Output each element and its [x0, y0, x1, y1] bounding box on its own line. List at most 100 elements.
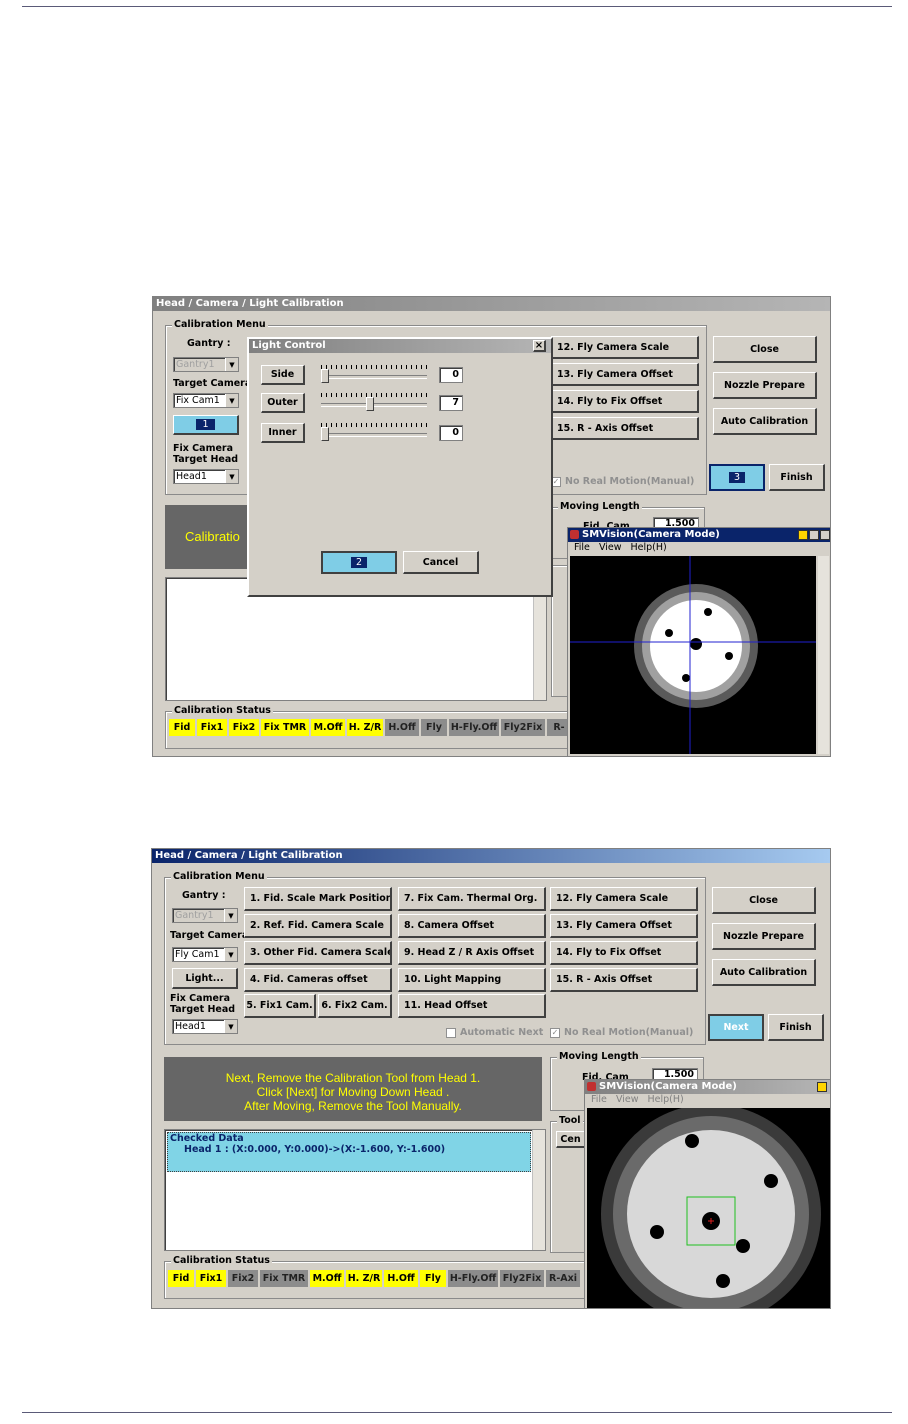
window-title-bar: Head / Camera / Light Calibration	[152, 849, 830, 863]
menu-head-z-r-axis-offset[interactable]: 9. Head Z / R Axis Offset	[398, 941, 546, 965]
inner-value[interactable]: 0	[439, 425, 463, 441]
menu-help[interactable]: Help(H)	[648, 1094, 684, 1105]
menu-other-fid-camera-scale[interactable]: 3. Other Fid. Camera Scale	[244, 941, 392, 965]
gantry-value: Gantry1	[176, 359, 215, 370]
moving-length-label: Moving Length	[558, 501, 642, 512]
outer-slider[interactable]	[366, 397, 374, 411]
status-h-fly-off: H-Fly.Off	[449, 719, 499, 736]
close-icon[interactable]	[820, 530, 830, 540]
menu-light-mapping[interactable]: 10. Light Mapping	[398, 968, 546, 992]
light-control-dialog: Light Control × Side 0 Outer 7 Inner 0 2…	[247, 337, 553, 597]
camera-scrollbar[interactable]	[818, 556, 829, 754]
gantry-value: Gantry1	[175, 910, 214, 921]
close-button[interactable]: Close	[713, 336, 817, 363]
automatic-next-label: Automatic Next	[460, 1027, 544, 1038]
menu-fly-camera-offset[interactable]: 13. Fly Camera Offset	[551, 363, 699, 386]
nozzle-prepare-button[interactable]: Nozzle Prepare	[713, 372, 817, 399]
status-h-zr: H. Z/R	[346, 1270, 382, 1287]
status-m-off: M.Off	[310, 1270, 344, 1287]
no-real-motion-checkbox[interactable]: ✓	[550, 1028, 560, 1038]
light-button[interactable]: 1	[173, 415, 239, 435]
menu-fix-cam-thermal-org[interactable]: 7. Fix Cam. Thermal Org.	[398, 887, 546, 911]
next-button[interactable]: 3	[709, 464, 765, 491]
menu-ref-fid-camera-scale[interactable]: 2. Ref. Fid. Camera Scale	[244, 914, 392, 938]
cancel-button[interactable]: Cancel	[403, 551, 479, 574]
menu-view[interactable]: View	[616, 1094, 639, 1105]
menu-fid-scale-mark-position[interactable]: 1. Fid. Scale Mark Position	[244, 887, 392, 911]
close-icon[interactable]: ×	[533, 340, 546, 352]
nozzle-prepare-button[interactable]: Nozzle Prepare	[712, 923, 816, 950]
chevron-down-icon: ▼	[224, 948, 237, 961]
menu-fly-to-fix-offset[interactable]: 14. Fly to Fix Offset	[550, 941, 698, 965]
menu-file[interactable]: File	[574, 542, 590, 553]
menu-fly-camera-scale[interactable]: 12. Fly Camera Scale	[551, 336, 699, 359]
menu-fix2-cam[interactable]: 6. Fix2 Cam.	[318, 994, 392, 1018]
close-button[interactable]: Close	[712, 887, 816, 914]
checked-data-title: Checked Data	[170, 1133, 244, 1144]
menu-help[interactable]: Help(H)	[631, 542, 667, 553]
status-fix-tmr: Fix TMR	[261, 719, 309, 736]
status-fix2: Fix2	[228, 1270, 258, 1287]
inner-slider-track	[321, 433, 427, 437]
message-panel: Calibratio	[165, 505, 247, 569]
automatic-next-checkbox[interactable]	[446, 1028, 456, 1038]
auto-calibration-button[interactable]: Auto Calibration	[713, 408, 817, 435]
menu-fix1-cam[interactable]: 5. Fix1 Cam.	[244, 994, 316, 1018]
gantry-select[interactable]: Gantry1 ▼	[173, 357, 239, 372]
vertical-scrollbar[interactable]	[532, 1130, 545, 1250]
status-r-axis: R-Axi	[546, 1270, 580, 1287]
target-camera-value: Fix Cam1	[176, 395, 220, 406]
menu-fly-camera-scale[interactable]: 12. Fly Camera Scale	[550, 887, 698, 911]
next-button[interactable]: Next	[708, 1014, 764, 1041]
outer-value[interactable]: 7	[439, 395, 463, 411]
menu-r-axis-offset[interactable]: 15. R - Axis Offset	[550, 968, 698, 992]
menu-fly-to-fix-offset[interactable]: 14. Fly to Fix Offset	[551, 390, 699, 413]
gantry-label: Gantry :	[182, 890, 226, 901]
status-h-off: H.Off	[384, 1270, 418, 1287]
head-value: Head1	[175, 1021, 206, 1032]
menu-fly-camera-offset[interactable]: 13. Fly Camera Offset	[550, 914, 698, 938]
message-line-1: Next, Remove the Calibration Tool from H…	[225, 1071, 481, 1085]
finish-button[interactable]: Finish	[768, 1014, 824, 1041]
side-value[interactable]: 0	[439, 367, 463, 383]
menu-camera-offset[interactable]: 8. Camera Offset	[398, 914, 546, 938]
maximize-icon[interactable]	[809, 530, 819, 540]
menu-head-offset[interactable]: 11. Head Offset	[398, 994, 546, 1018]
head-select[interactable]: Head1 ▼	[173, 469, 239, 484]
target-camera-select[interactable]: Fix Cam1 ▼	[173, 393, 239, 408]
smvision-menu-bar: File View Help(H)	[585, 1094, 830, 1107]
checked-data-entry[interactable]: Checked Data Head 1 : (X:0.000, Y:0.000)…	[167, 1132, 531, 1172]
auto-calibration-button[interactable]: Auto Calibration	[712, 959, 816, 986]
minimize-icon[interactable]	[798, 530, 808, 540]
status-fix2: Fix2	[229, 719, 259, 736]
checked-data-list: Checked Data Head 1 : (X:0.000, Y:0.000)…	[164, 1129, 546, 1251]
inner-slider[interactable]	[321, 427, 329, 441]
chevron-down-icon: ▼	[225, 394, 238, 407]
top-calibration-window: Head / Camera / Light Calibration Calibr…	[152, 296, 831, 757]
status-fix1: Fix1	[197, 719, 227, 736]
target-camera-label: Target Camera	[173, 378, 252, 389]
smvision-menu-bar: File View Help(H)	[568, 542, 830, 555]
status-fid: Fid	[169, 719, 195, 736]
target-camera-select[interactable]: Fly Cam1 ▼	[172, 947, 238, 962]
menu-view[interactable]: View	[599, 542, 622, 553]
menu-fid-cameras-offset[interactable]: 4. Fid. Cameras offset	[244, 968, 392, 992]
gantry-select[interactable]: Gantry1 ▼	[172, 908, 238, 923]
side-label: Side	[261, 365, 305, 385]
gantry-label: Gantry :	[187, 338, 231, 349]
smvision-title: SMVision(Camera Mode)	[568, 528, 830, 542]
status-fly2fix: Fly2Fix	[500, 1270, 544, 1287]
finish-button[interactable]: Finish	[769, 464, 825, 491]
side-slider[interactable]	[321, 369, 329, 383]
fix-camera-target-head-label: Fix Camera Target Head	[173, 443, 239, 465]
light-button[interactable]: Light...	[172, 968, 238, 989]
outer-ticks	[321, 393, 427, 397]
head-select[interactable]: Head1 ▼	[172, 1019, 238, 1034]
minimize-icon[interactable]	[817, 1082, 827, 1092]
ok-button[interactable]: 2	[321, 551, 397, 574]
target-camera-label: Target Camera	[170, 930, 249, 941]
cen-button[interactable]: Cen	[556, 1131, 586, 1148]
menu-r-axis-offset[interactable]: 15. R - Axis Offset	[551, 417, 699, 440]
menu-file[interactable]: File	[591, 1094, 607, 1105]
status-h-fly-off: H-Fly.Off	[448, 1270, 498, 1287]
